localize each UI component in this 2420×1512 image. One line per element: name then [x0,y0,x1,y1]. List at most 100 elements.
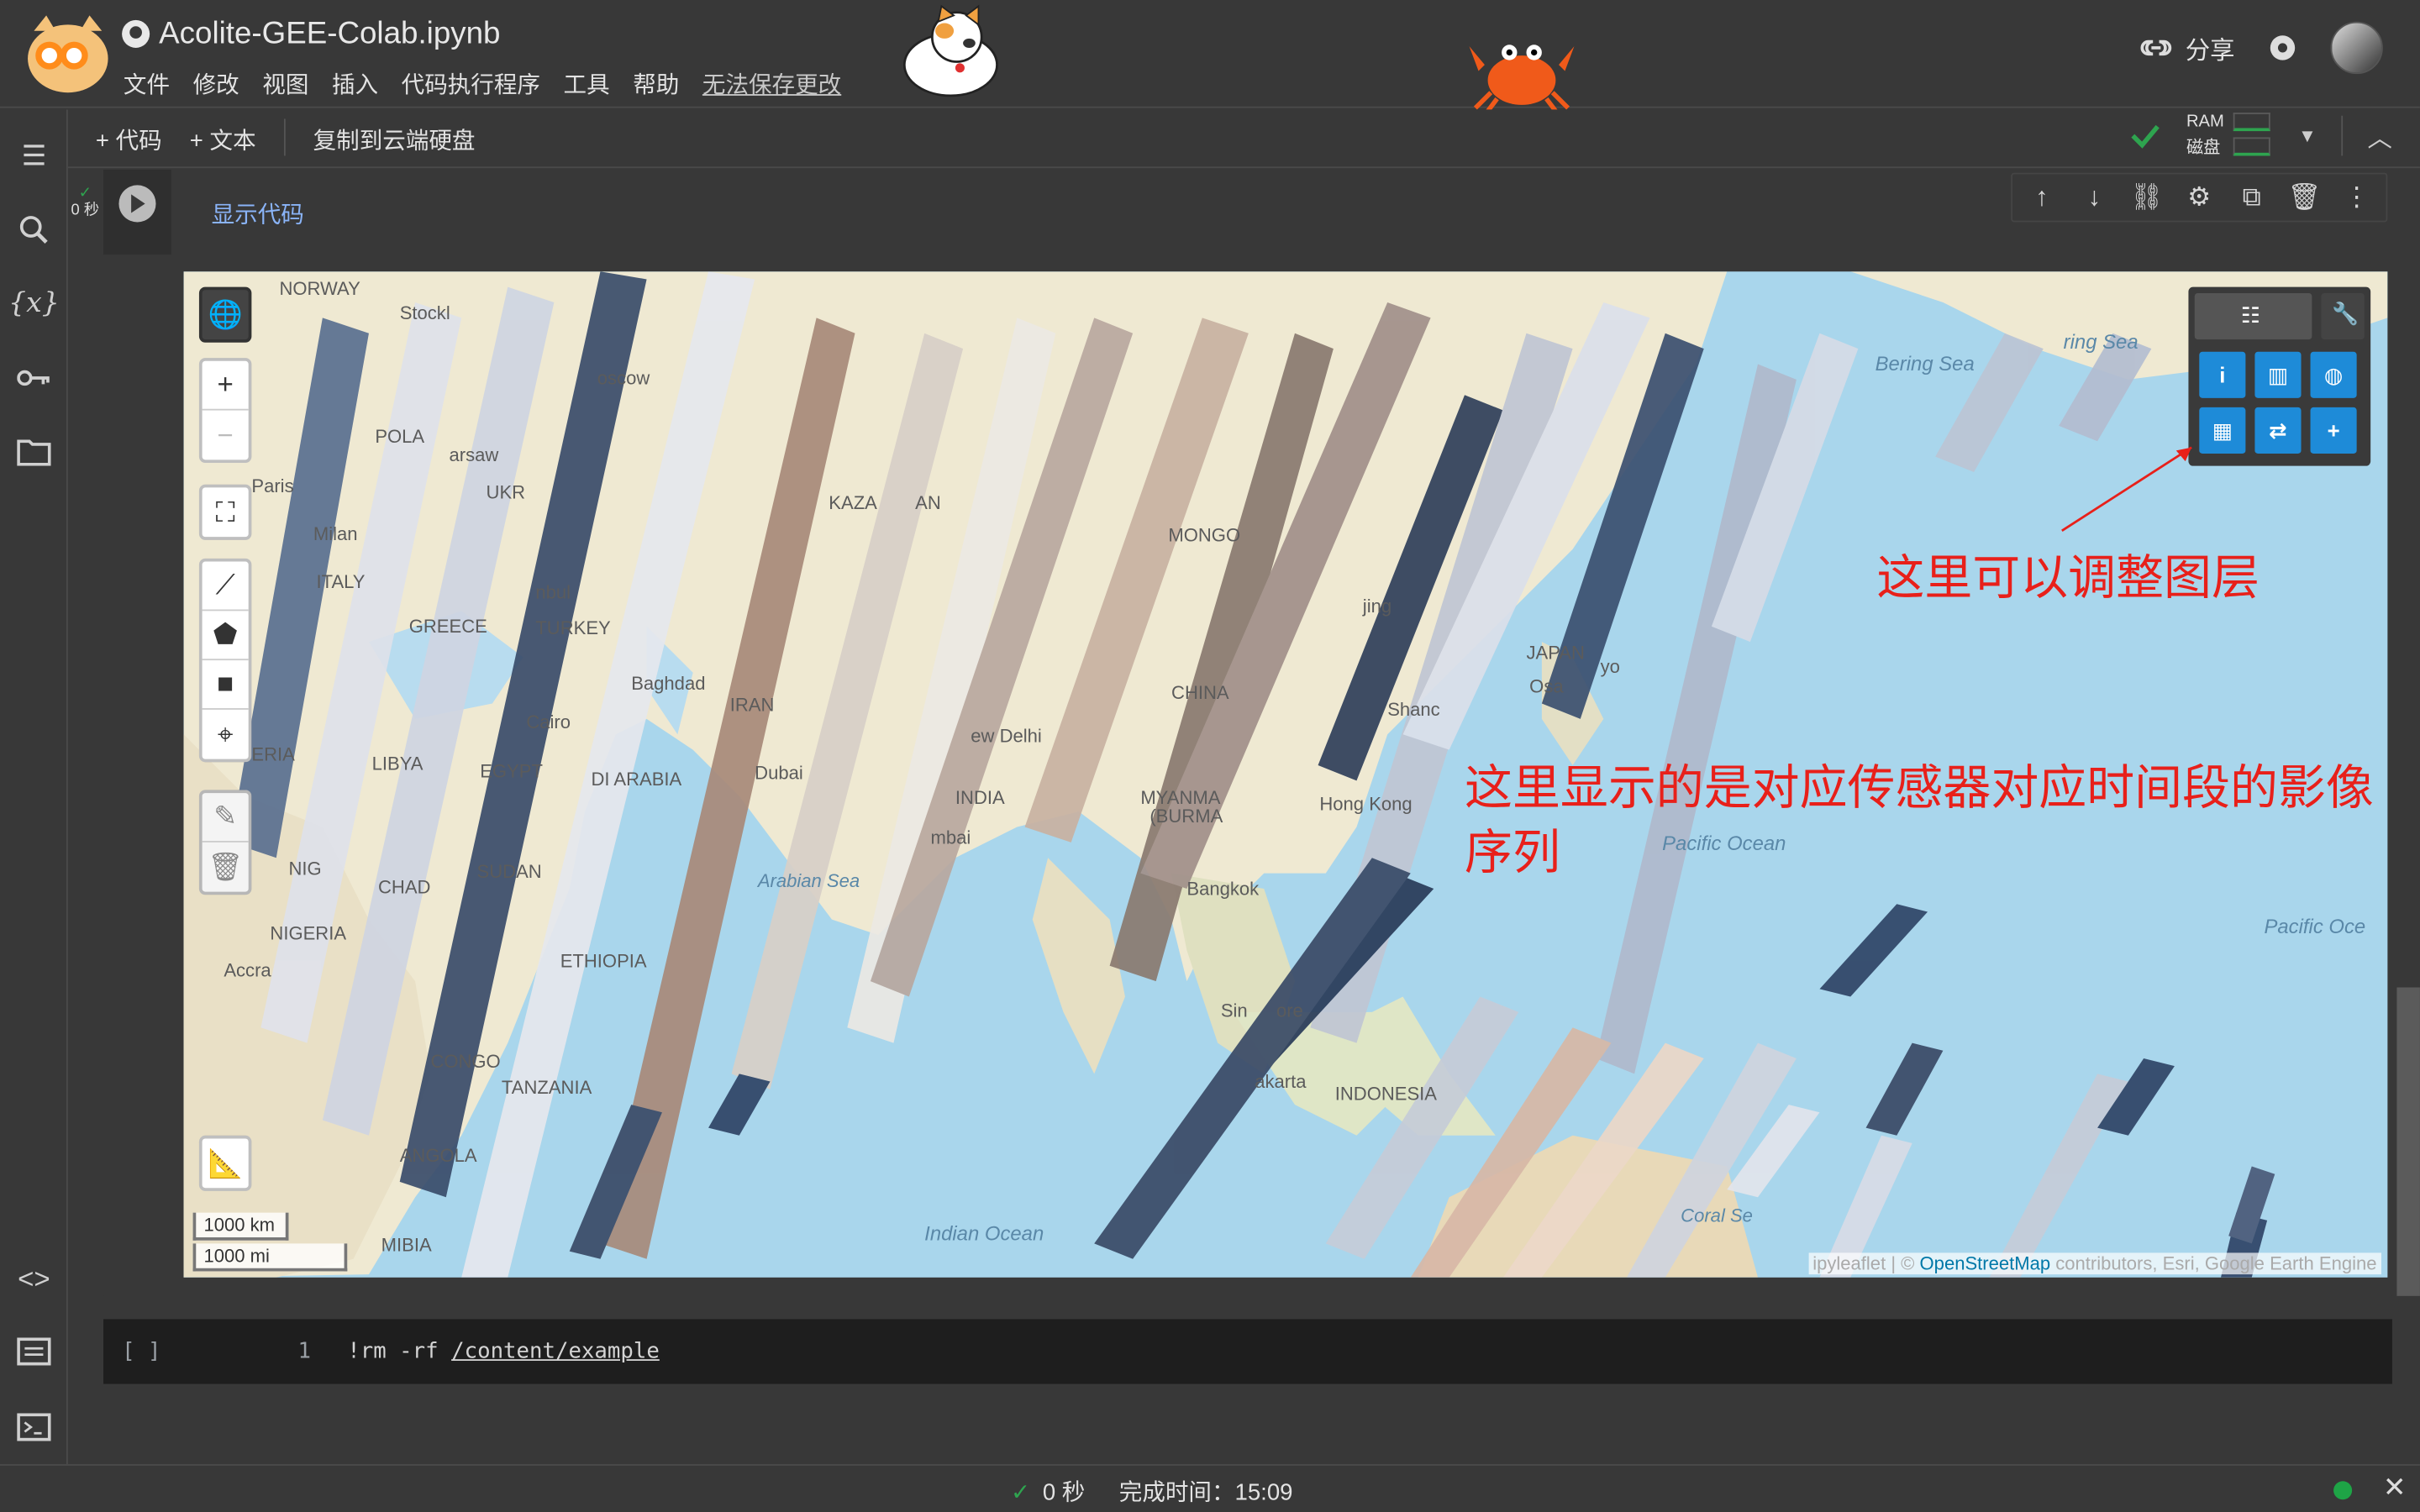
close-icon[interactable]: ✕ [2383,1472,2407,1504]
annotation-layers-note: 这里可以调整图层 [1876,550,2260,605]
menu-edit[interactable]: 修改 [193,68,239,101]
osm-link[interactable]: OpenStreetMap [1920,1252,2051,1274]
line-number: 1 [297,1339,311,1364]
inspector-info-icon[interactable]: i [2199,351,2246,398]
scale-km: 1000 km [192,1212,289,1241]
wrench-tools-button[interactable]: 🔧 [2321,292,2365,340]
notebook-title[interactable]: Acolite-GEE-Colab.ipynb [159,17,500,52]
delete-layers-trash-icon[interactable]: 🗑 [203,843,249,892]
terminal-icon[interactable] [15,1409,52,1446]
fullscreen-control: ⛶ [198,484,252,540]
edit-control: ✎ 🗑 [198,790,252,895]
convert-retweet-icon[interactable]: ⇄ [2254,407,2302,454]
copy-to-drive-button[interactable]: 复制到云端硬盘 [313,123,476,156]
unsaved-changes-link[interactable]: 无法保存更改 [702,68,841,101]
more-vert-icon[interactable]: ⋮ [2341,182,2372,213]
command-palette-icon[interactable] [15,1333,52,1370]
folder-icon[interactable] [15,433,52,470]
annotation-sequence-note-line2: 序列 [1465,825,1560,879]
layers-toggle-button[interactable]: ☷ [2194,292,2312,340]
attribution-suffix: contributors, Esri, Google Earth Engine [2050,1252,2377,1275]
runtime-status-dot[interactable] [2333,1481,2353,1500]
attribution-prefix: ipyleaflet | © [1812,1252,1920,1275]
chevron-down-icon[interactable]: ▼ [2298,125,2317,147]
code-cell[interactable]: [ ] 1 !rm -rf /content/example [103,1319,2392,1384]
menu-file[interactable]: 文件 [124,68,170,101]
check-icon: ✓ [78,185,92,202]
add-text-button[interactable]: + 文本 [190,123,256,156]
header: Acolite-GEE-Colab.ipynb 文件 修改 视图 插入 代码执行… [0,0,2420,112]
menu-insert[interactable]: 插入 [332,68,378,101]
draw-polyline-icon[interactable]: ⟋ [202,562,249,612]
github-icon [122,19,150,48]
code-snippets-icon[interactable]: <> [15,1261,52,1298]
draw-polygon-icon[interactable]: ⬟ [202,611,249,661]
menu-runtime[interactable]: 代码执行程序 [402,68,540,101]
menu-view[interactable]: 视图 [262,68,308,101]
move-down-icon[interactable]: ↓ [2079,182,2110,213]
draw-rectangle-icon[interactable]: ■ [202,660,249,710]
basemap-globe-icon[interactable]: ◍ [2310,351,2357,398]
scale-mi: 1000 mi [192,1243,348,1272]
resource-monitor[interactable]: RAM 磁盘 [2186,113,2274,159]
share-label: 分享 [2185,38,2235,66]
vertical-scrollbar[interactable] [2396,987,2420,1296]
move-up-icon[interactable]: ↑ [2027,182,2058,213]
annotation-arrow [2061,446,2192,532]
toolbar-divider [2341,115,2344,156]
status-elapsed: 0 秒 [1042,1479,1086,1506]
code-command: !rm -rf [347,1339,452,1364]
add-code-button[interactable]: + 代码 [96,123,162,156]
draw-marker-icon[interactable]: ⌖ [203,710,249,759]
cell-toolbar: ↑ ↓ ⛓ ⚙ ⧉ 🗑 ⋮ [2011,172,2388,223]
zoom-in-button[interactable]: + [202,361,249,411]
status-check-icon: ✓ [1011,1478,1031,1505]
run-cell-button[interactable] [118,185,156,223]
cat-mascot-image [902,4,998,97]
cell-settings-gear-icon[interactable]: ⚙ [2184,182,2215,213]
ram-label: RAM [2186,113,2224,132]
fullscreen-icon[interactable]: ⛶ [203,487,249,537]
ram-bar [2233,113,2270,132]
delete-trash-icon[interactable]: 🗑 [2287,182,2321,213]
settings-gear-icon[interactable] [2265,31,2299,65]
show-code-link[interactable]: 显示代码 [212,197,304,230]
user-avatar[interactable] [2330,21,2383,75]
wrench-icon: 🔧 [2332,301,2360,326]
cell-exec-brackets[interactable]: [ ] [122,1339,160,1363]
map-attribution: ipyleaflet | © OpenStreetMap contributor… [1807,1252,2382,1275]
link-icon[interactable]: ⛓ [2130,182,2164,213]
left-sidebar: ☰ {x} <> [0,109,68,1465]
annotation-sequence-note-line1: 这里显示的是对应传感器对应时间段的影像 [1465,760,2374,815]
toc-icon[interactable]: ☰ [15,137,52,174]
draw-control: ⟋ ⬟ ■ ⌖ [198,558,252,763]
variables-icon[interactable]: {x} [8,284,60,321]
zoom-control: + − [198,358,252,464]
share-button[interactable]: 分享 [2139,29,2235,66]
link-icon [2140,39,2172,56]
code-line[interactable]: !rm -rf /content/example [347,1339,660,1363]
add-plus-icon[interactable]: + [2310,407,2357,454]
geemap-toolbar-panel: ☷ 🔧 i ▥ ◍ ▦ ⇄ + [2188,286,2371,466]
zoom-out-button[interactable]: − [203,411,249,460]
measure-control: 📐 [198,1135,252,1191]
globe-icon: 🌐 [208,298,243,330]
mirror-cell-icon[interactable]: ⧉ [2236,182,2267,213]
ruler-icon[interactable]: 📐 [203,1138,249,1188]
status-bar: ✓ 0 秒 完成时间：15:09 ✕ [0,1464,2420,1512]
search-icon[interactable] [15,212,52,249]
plotting-chart-icon[interactable]: ▥ [2254,351,2302,398]
disk-bar [2233,137,2270,156]
code-path-link[interactable]: /content/example [451,1339,660,1363]
toolbar-divider [283,118,286,156]
menu-bar: 文件 修改 视图 插入 代码执行程序 工具 帮助 无法保存更改 [124,68,841,101]
secrets-key-icon[interactable] [15,360,52,396]
basemap-control[interactable]: 🌐 [198,286,252,343]
chevron-up-icon[interactable]: ︿ [2367,118,2391,155]
colab-logo[interactable] [22,9,114,102]
menu-help[interactable]: 帮助 [633,68,679,101]
cell-exec-status: ✓ 0 秒 [71,185,99,218]
edit-layers-icon[interactable]: ✎ [202,793,249,843]
connected-check-icon [2130,124,2160,149]
menu-tools[interactable]: 工具 [564,68,610,101]
